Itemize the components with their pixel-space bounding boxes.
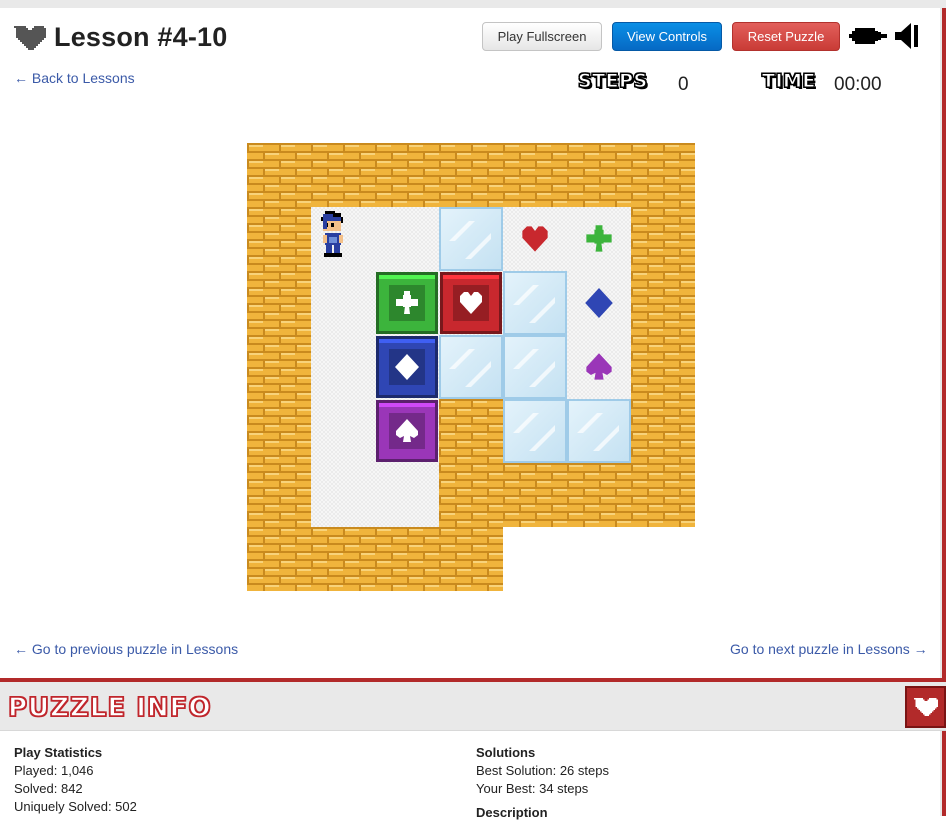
brick-wall-tile (631, 271, 695, 335)
favorite-button[interactable] (905, 686, 946, 728)
puzzle-info-title: PUZZLE INFO (7, 692, 212, 724)
brick-wall-tile (567, 143, 631, 207)
brick-wall-tile (631, 207, 695, 271)
info-right-border (940, 731, 946, 816)
lesson-title: Lesson #4-10 (54, 22, 228, 52)
block-highlight (379, 275, 435, 279)
solved-count: Solved: 842 (14, 781, 83, 796)
view-controls-button[interactable]: View Controls (612, 22, 722, 51)
ice-tile (567, 399, 631, 463)
puzzle-board[interactable] (247, 143, 695, 591)
brick-wall-tile (631, 143, 695, 207)
floor-tile (311, 463, 375, 527)
time-value: 00:00 (834, 74, 882, 95)
brick-wall-tile (503, 463, 567, 527)
ice-tile (439, 207, 503, 271)
brick-wall-tile (439, 463, 503, 527)
floor-tile (311, 399, 375, 463)
uniquely-solved-count: Uniquely Solved: 502 (14, 799, 137, 814)
ice-tile (439, 335, 503, 399)
back-to-lessons-link[interactable]: ← Back to Lessons (14, 70, 135, 86)
ice-tile (503, 399, 567, 463)
brick-wall-tile (567, 463, 631, 527)
brick-wall-tile (247, 335, 311, 399)
brick-wall-tile (247, 207, 311, 271)
previous-puzzle-link[interactable]: ← Go to previous puzzle in Lessons (14, 641, 238, 657)
brick-wall-tile (503, 143, 567, 207)
your-best: Your Best: 34 steps (476, 781, 589, 796)
brick-wall-tile (375, 527, 439, 591)
best-solution: Best Solution: 26 steps (476, 763, 609, 778)
brick-wall-tile (311, 143, 375, 207)
steps-label: STEPS (578, 70, 648, 93)
brick-wall-tile (631, 335, 695, 399)
brick-wall-tile (439, 143, 503, 207)
next-puzzle-link[interactable]: Go to next puzzle in Lessons → (730, 641, 928, 657)
play-statistics: Play Statistics Played: 1,046 Solved: 84… (14, 744, 137, 816)
play-fullscreen-button[interactable]: Play Fullscreen (482, 22, 602, 51)
floor-tile (311, 335, 375, 399)
brick-wall-tile (631, 399, 695, 463)
ice-tile (503, 271, 567, 335)
top-strip (0, 0, 946, 8)
reset-puzzle-button[interactable]: Reset Puzzle (732, 22, 840, 51)
brick-wall-tile (375, 143, 439, 207)
solutions: Solutions Best Solution: 26 steps Your B… (476, 744, 609, 822)
speaker-icon[interactable] (895, 21, 921, 51)
music-icon[interactable] (849, 25, 887, 47)
floor-tile (375, 207, 439, 271)
ice-tile (503, 335, 567, 399)
floor-tile (375, 463, 439, 527)
brick-wall-tile (311, 527, 375, 591)
solutions-heading: Solutions (476, 745, 536, 760)
description-heading: Description (476, 805, 548, 820)
time-label: TIME (762, 70, 816, 93)
brick-wall-tile (439, 399, 503, 463)
steps-value: 0 (678, 74, 689, 95)
floor-tile (311, 271, 375, 335)
brick-wall-tile (247, 527, 311, 591)
page-title: Lesson #4-10 (14, 22, 227, 53)
brick-wall-tile (247, 463, 311, 527)
block-highlight (379, 339, 435, 343)
right-border (940, 8, 946, 680)
brick-wall-tile (247, 271, 311, 335)
brick-wall-tile (247, 399, 311, 463)
heart-icon (914, 698, 938, 716)
brick-wall-tile (439, 527, 503, 591)
heart-icon (14, 25, 46, 50)
played-count: Played: 1,046 (14, 763, 94, 778)
play-statistics-heading: Play Statistics (14, 745, 103, 760)
block-highlight (379, 403, 435, 407)
brick-wall-tile (247, 143, 311, 207)
brick-wall-tile (631, 463, 695, 527)
block-highlight (443, 275, 499, 279)
